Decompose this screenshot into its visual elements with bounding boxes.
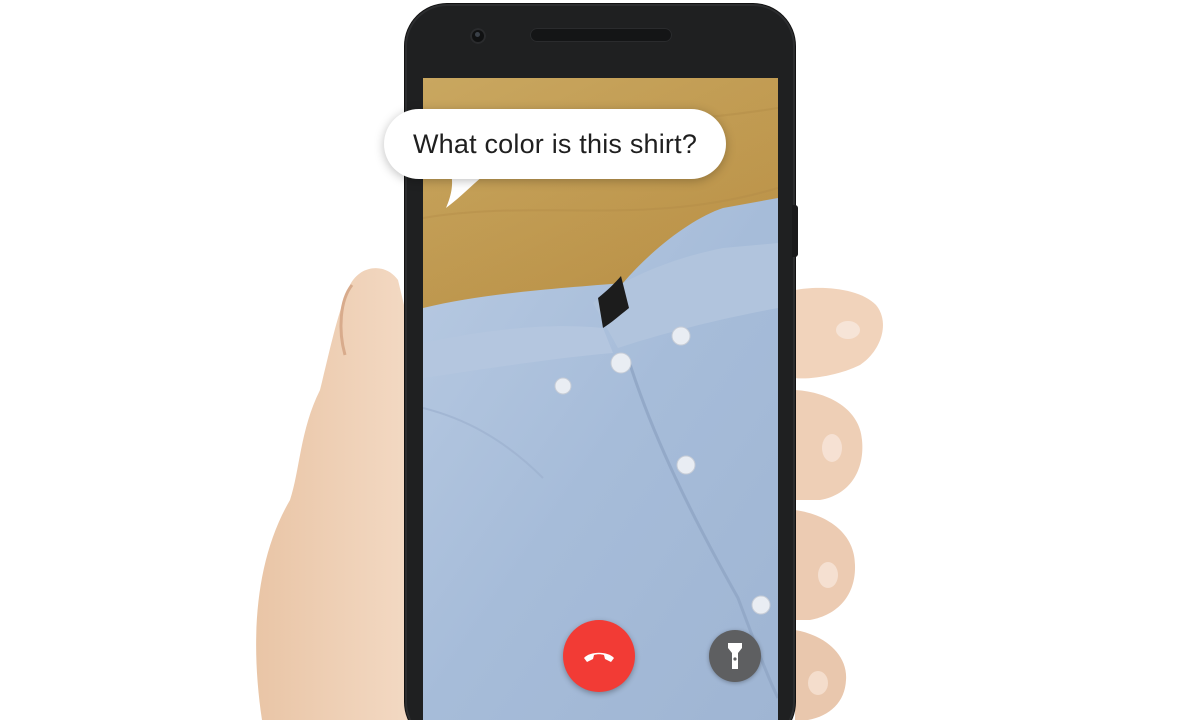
flashlight-icon <box>727 642 743 670</box>
end-call-button[interactable] <box>563 620 635 692</box>
flashlight-button[interactable] <box>709 630 761 682</box>
front-camera-icon <box>470 28 486 44</box>
speaker-grille <box>530 28 672 42</box>
speech-bubble: What color is this shirt? <box>384 109 726 179</box>
scene: What color is this shirt? <box>0 0 1200 720</box>
power-button <box>792 205 798 257</box>
speech-bubble-text: What color is this shirt? <box>412 128 698 159</box>
phone-hangup-icon <box>582 648 616 664</box>
